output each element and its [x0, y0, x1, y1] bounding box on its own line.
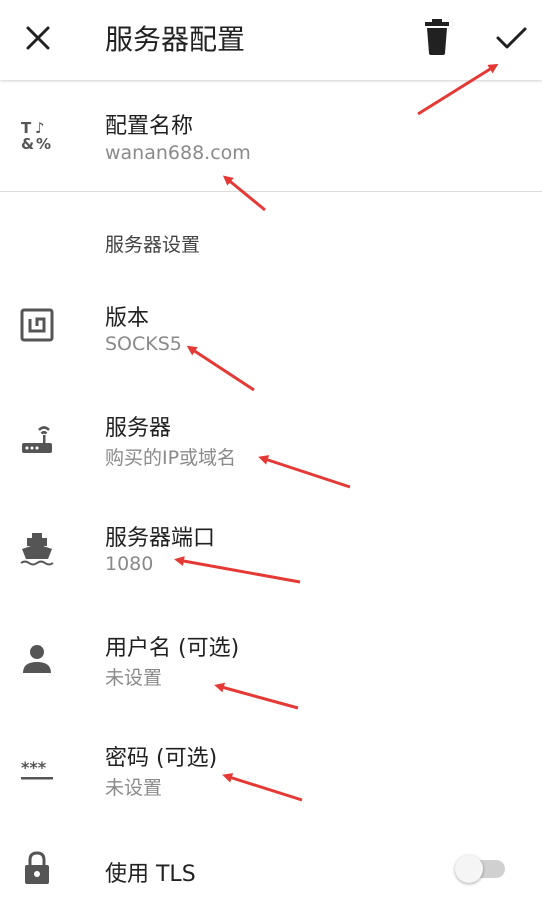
- divider: [0, 191, 542, 192]
- password-value: 未设置: [105, 777, 163, 799]
- password-row[interactable]: *** 密码 (可选) 未设置: [0, 730, 542, 820]
- server-label: 服务器: [105, 416, 172, 441]
- username-row[interactable]: 用户名 (可选) 未设置: [0, 620, 542, 710]
- version-value: SOCKS5: [105, 333, 182, 355]
- server-row[interactable]: 服务器 购买的IP或域名: [0, 400, 542, 490]
- lock-icon: [25, 851, 49, 884]
- tls-toggle[interactable]: [455, 855, 509, 883]
- page-title: 服务器配置: [105, 23, 246, 56]
- svg-text:%: %: [36, 135, 51, 153]
- port-value: 1080: [105, 553, 154, 575]
- version-label: 版本: [105, 306, 150, 331]
- close-icon[interactable]: [20, 20, 56, 56]
- app-bar: 服务器配置: [0, 0, 542, 80]
- server-value: 购买的IP或域名: [105, 447, 237, 469]
- svg-text:&: &: [21, 135, 34, 153]
- router-icon: [22, 426, 52, 453]
- username-value: 未设置: [105, 667, 163, 689]
- server-settings-header: 服务器设置: [105, 234, 201, 256]
- nfc-icon: [20, 308, 54, 342]
- username-label: 用户名 (可选): [105, 636, 240, 661]
- password-icon: ***: [21, 758, 53, 780]
- toggle-thumb: [455, 855, 483, 883]
- text-format-icon: T ♪ & %: [21, 119, 51, 153]
- port-row[interactable]: 服务器端口 1080: [0, 510, 542, 600]
- password-label: 密码 (可选): [105, 746, 218, 771]
- port-label: 服务器端口: [105, 526, 216, 551]
- person-icon: [23, 645, 51, 673]
- trash-icon[interactable]: [420, 18, 454, 56]
- arrow-to-profile-name: [222, 175, 266, 212]
- profile-name-value: wanan688.com: [105, 142, 251, 164]
- profile-name-label: 配置名称: [105, 114, 194, 139]
- ship-icon: [20, 533, 54, 566]
- tls-label: 使用 TLS: [105, 862, 196, 887]
- svg-text:***: ***: [21, 758, 47, 777]
- version-row[interactable]: 版本 SOCKS5: [0, 290, 542, 380]
- check-icon[interactable]: [492, 20, 530, 56]
- profile-name-row[interactable]: T ♪ & % 配置名称 wanan688.com: [0, 100, 542, 180]
